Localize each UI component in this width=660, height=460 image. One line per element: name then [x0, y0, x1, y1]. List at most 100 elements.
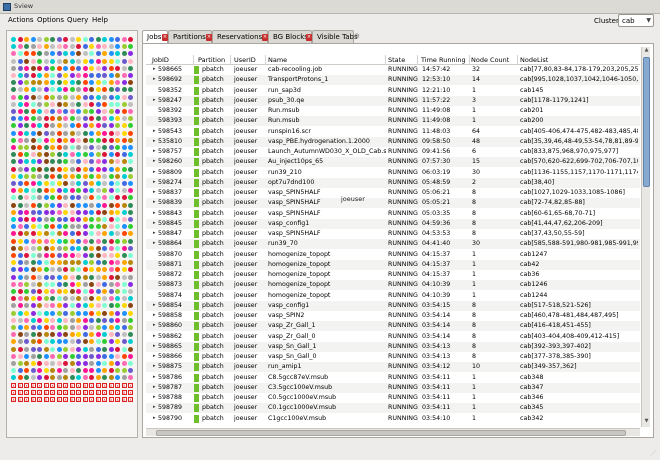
expand-arrow-icon[interactable]: ▸ [153, 210, 156, 216]
node-dot[interactable] [95, 303, 101, 309]
down-node-icon[interactable]: x [82, 382, 88, 388]
node-dot[interactable] [102, 173, 107, 179]
node-dot[interactable] [76, 361, 81, 366]
node-dot[interactable] [17, 202, 23, 208]
node-dot[interactable] [82, 332, 88, 338]
node-dot[interactable] [95, 274, 101, 280]
node-dot[interactable] [89, 188, 94, 194]
node-dot[interactable] [76, 375, 81, 381]
node-dot[interactable] [69, 245, 75, 251]
node-dot[interactable] [115, 289, 120, 294]
node-dot[interactable] [30, 310, 36, 316]
node-dot[interactable] [63, 296, 68, 302]
node-dot[interactable] [76, 368, 81, 374]
node-dot[interactable] [43, 317, 49, 323]
resize-grip-icon[interactable]: ⋰ [650, 450, 658, 458]
node-dot[interactable] [128, 260, 133, 266]
node-dot[interactable] [82, 346, 88, 352]
node-dot[interactable] [102, 289, 107, 294]
node-dot[interactable] [82, 310, 88, 316]
node-dot[interactable] [43, 159, 49, 165]
down-node-icon[interactable]: x [69, 389, 75, 395]
node-dot[interactable] [121, 65, 127, 71]
node-dot[interactable] [69, 317, 75, 323]
node-dot[interactable] [102, 65, 107, 71]
node-dot[interactable] [102, 188, 107, 194]
node-dot[interactable] [56, 274, 62, 280]
node-dot[interactable] [115, 80, 120, 86]
node-dot[interactable] [95, 260, 101, 266]
node-dot[interactable] [30, 245, 36, 251]
node-dot[interactable] [102, 209, 107, 215]
node-dot[interactable] [17, 375, 23, 381]
node-dot[interactable] [108, 58, 114, 64]
node-dot[interactable] [95, 238, 101, 244]
expand-arrow-icon[interactable]: ▸ [153, 97, 156, 103]
node-dot[interactable] [69, 238, 75, 244]
node-dot[interactable] [108, 101, 114, 107]
node-dot[interactable] [128, 80, 133, 86]
node-dot[interactable] [17, 58, 23, 64]
down-node-icon[interactable]: x [128, 389, 133, 395]
expand-arrow-icon[interactable]: ▸ [153, 158, 156, 164]
node-dot[interactable] [50, 137, 55, 143]
node-dot[interactable] [95, 94, 101, 100]
node-dot[interactable] [115, 339, 120, 345]
down-node-icon[interactable]: x [89, 389, 94, 395]
node-dot[interactable] [50, 260, 55, 266]
node-dot[interactable] [128, 101, 133, 107]
node-dot[interactable] [95, 73, 101, 78]
node-dot[interactable] [76, 44, 81, 50]
node-dot[interactable] [128, 58, 133, 64]
node-dot[interactable] [30, 181, 36, 186]
node-dot[interactable] [121, 195, 127, 201]
node-dot[interactable] [17, 325, 23, 330]
node-dot[interactable] [95, 166, 101, 172]
node-dot[interactable] [17, 245, 23, 251]
node-dot[interactable] [102, 231, 107, 237]
node-dot[interactable] [50, 310, 55, 316]
node-dot[interactable] [24, 231, 29, 237]
node-dot[interactable] [11, 159, 16, 165]
node-dot[interactable] [76, 274, 81, 280]
expand-arrow-icon[interactable]: ▸ [153, 240, 156, 246]
node-dot[interactable] [24, 209, 29, 215]
cluster-select[interactable]: cab ▼ [618, 14, 654, 27]
node-dot[interactable] [17, 281, 23, 287]
node-dot[interactable] [63, 123, 68, 129]
node-dot[interactable] [63, 217, 68, 222]
node-dot[interactable] [102, 195, 107, 201]
node-dot[interactable] [76, 260, 81, 266]
node-dot[interactable] [17, 37, 23, 42]
node-dot[interactable] [37, 325, 42, 330]
node-dot[interactable] [43, 231, 49, 237]
node-dot[interactable] [69, 361, 75, 366]
node-dot[interactable] [24, 173, 29, 179]
node-dot[interactable] [121, 332, 127, 338]
node-dot[interactable] [30, 166, 36, 172]
expand-arrow-icon[interactable]: ▸ [153, 199, 156, 205]
node-dot[interactable] [76, 173, 81, 179]
node-dot[interactable] [24, 94, 29, 100]
node-dot[interactable] [17, 339, 23, 345]
node-dot[interactable] [11, 152, 16, 158]
node-dot[interactable] [43, 375, 49, 381]
node-dot[interactable] [69, 274, 75, 280]
node-dot[interactable] [108, 173, 114, 179]
expand-arrow-icon[interactable]: ▸ [153, 343, 156, 349]
table-row[interactable]: ▸ 598809 pbatch joeuser run39_210 RUNNING 06:0… [146, 168, 640, 178]
node-dot[interactable] [69, 289, 75, 294]
node-dot[interactable] [95, 65, 101, 71]
node-dot[interactable] [89, 245, 94, 251]
node-dot[interactable] [24, 87, 29, 93]
node-dot[interactable] [82, 245, 88, 251]
node-dot[interactable] [115, 87, 120, 93]
down-node-icon[interactable]: x [76, 397, 81, 402]
node-dot[interactable] [128, 152, 133, 158]
node-dot[interactable] [108, 368, 114, 374]
node-dot[interactable] [121, 87, 127, 93]
node-dot[interactable] [43, 123, 49, 129]
node-dot[interactable] [115, 361, 120, 366]
node-dot[interactable] [11, 339, 16, 345]
node-dot[interactable] [43, 332, 49, 338]
